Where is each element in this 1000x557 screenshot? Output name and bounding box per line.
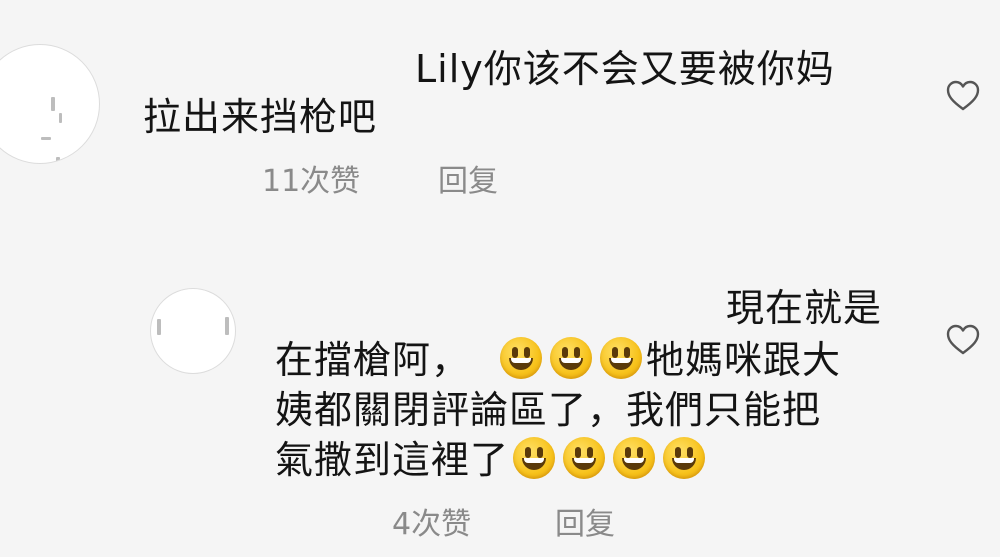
commenter-avatar[interactable] [150, 288, 236, 374]
avatar-blur-mark [51, 97, 55, 111]
grinning-face-icon [613, 437, 656, 479]
comment-text-line: Lily你该不会又要被你妈 [415, 47, 835, 91]
comment-text-segment: 牠媽咪跟大 [646, 338, 842, 382]
heart-icon[interactable] [946, 324, 980, 356]
reply-button[interactable]: 回复 [555, 505, 615, 545]
avatar-blur-mark [59, 113, 62, 123]
avatar-blur-mark [157, 319, 161, 335]
grinning-face-icon [563, 437, 606, 479]
comment-text-line: 姨都關閉評論區了，我們只能把 [275, 388, 822, 432]
like-count: 11次赞 [262, 164, 361, 199]
commenter-avatar[interactable] [0, 44, 100, 164]
comment-text-segment: 在擋槍阿， [275, 338, 471, 382]
avatar-blur-mark [56, 157, 60, 163]
like-count: 4次赞 [392, 507, 472, 542]
grinning-face-icon [550, 337, 593, 379]
comment-text-segment: 氣撒到這裡了 [275, 438, 510, 482]
comment-text-line: 在擋槍阿， 牠媽咪跟大 [275, 335, 841, 385]
heart-icon[interactable] [946, 80, 980, 112]
reply-button[interactable]: 回复 [438, 162, 498, 202]
comment-text-line: 氣撒到這裡了 [275, 435, 709, 485]
grinning-face-icon [500, 337, 543, 379]
grinning-face-icon [513, 437, 556, 479]
grinning-face-icon [663, 437, 706, 479]
avatar-blur-mark [41, 137, 51, 140]
comment-text-line: 現在就是 [726, 286, 883, 330]
grinning-face-icon [600, 337, 643, 379]
comment-text-line: 拉出来挡枪吧 [143, 95, 378, 139]
avatar-blur-mark [225, 317, 229, 335]
